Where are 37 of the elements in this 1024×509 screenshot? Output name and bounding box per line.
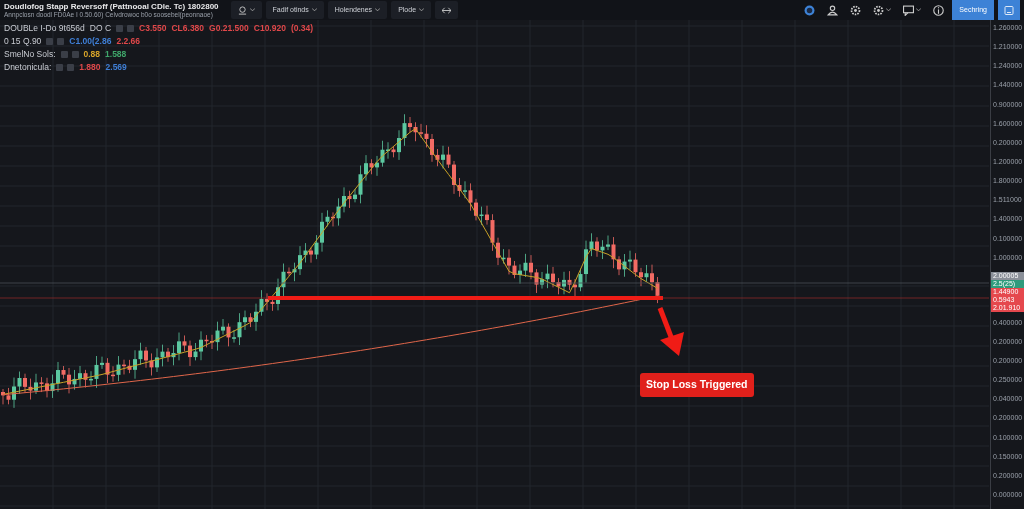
alert-dropdown[interactable] (230, 1, 262, 19)
info-icon (933, 4, 945, 16)
legend-value: 1.880 (79, 61, 101, 74)
record-icon (804, 4, 816, 16)
legend-label: 0 15 Q.90 (4, 35, 42, 48)
caret-icon (311, 8, 317, 12)
chat-icon (903, 4, 915, 16)
person-icon (827, 4, 839, 16)
caret-icon (249, 8, 255, 12)
legend-label: SmelNo Sols: (4, 48, 56, 61)
legend-value: 2.2.66 (116, 35, 141, 48)
caret-icon (916, 8, 922, 12)
panel-icon (1004, 4, 1014, 16)
alarm-icon (237, 5, 247, 15)
legend-label: DO C (89, 22, 112, 35)
panel-button[interactable] (998, 0, 1020, 20)
caret-icon (886, 8, 892, 12)
legend-label: Dnetonicula: (4, 61, 52, 74)
legend-value: C10.920 (253, 22, 286, 35)
alert-dropdown[interactable] (435, 1, 459, 19)
caret-icon (375, 8, 381, 12)
legend-value: (0.34) (290, 22, 314, 35)
legend-value: C3.550 (139, 22, 167, 35)
settings-icon (850, 4, 862, 16)
legend-value: C1.00(2.86 (69, 35, 112, 48)
legend-value: G0.21.500 (209, 22, 249, 35)
legend-value: 2.569 (105, 61, 127, 74)
settings-icon (873, 4, 885, 16)
down-arrow (657, 307, 684, 356)
legend-value: 1.588 (105, 48, 127, 61)
arrows-icon (442, 5, 452, 15)
stop-loss-label: Stop Loss Triggered (640, 373, 754, 397)
legend-value: 0.88 (83, 48, 101, 61)
legend-label: DOUBLe I-Do 9t656d (4, 22, 85, 35)
legend-value: CL6.380 (171, 22, 205, 35)
caret-icon (419, 8, 425, 12)
chart-title: Doudlofog Stapp Reversoff (Pattnooal CDle. Tc) 1802800 (4, 2, 219, 11)
